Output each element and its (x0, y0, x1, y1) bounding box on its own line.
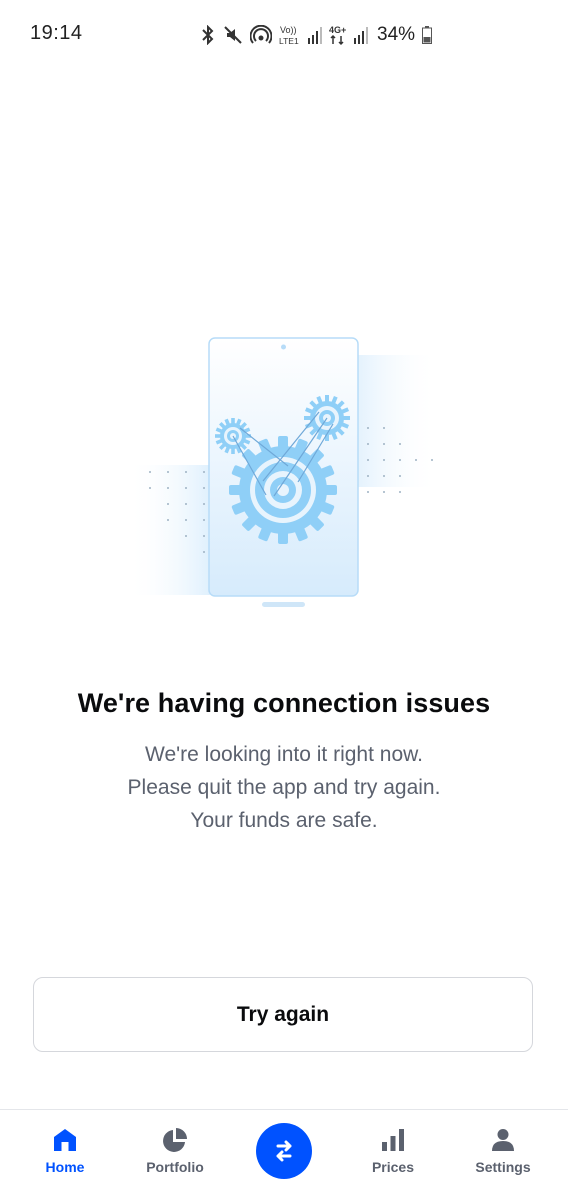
hotspot-icon (250, 25, 272, 45)
nav-item-home[interactable]: Home (15, 1110, 115, 1199)
bar-chart-icon (382, 1129, 404, 1151)
status-icons: Vo)) LTE1 4G+ 34% (200, 20, 433, 50)
4g-icon: 4G+ (329, 24, 347, 46)
battery-icon (422, 26, 433, 44)
person-icon (492, 1129, 514, 1151)
swap-arrows-icon (276, 1140, 292, 1162)
nav-item-settings[interactable]: Settings (453, 1110, 553, 1199)
bottom-nav: Home Portfolio Prices Settings (0, 1109, 568, 1199)
home-icon (54, 1129, 76, 1151)
connection-error-illustration (128, 330, 440, 620)
signal-icon (354, 26, 368, 44)
nav-item-portfolio[interactable]: Portfolio (125, 1110, 225, 1199)
error-message-line: We're looking into it right now. (145, 743, 423, 766)
pie-chart-icon (163, 1128, 187, 1152)
signal-icon (308, 26, 322, 44)
svg-text:4G+: 4G+ (329, 25, 346, 35)
nav-label: Home (45, 1159, 85, 1175)
battery-percent: 34% (377, 24, 416, 45)
status-time: 19:14 (30, 22, 83, 44)
nav-label: Portfolio (146, 1159, 204, 1175)
mute-icon (223, 25, 243, 45)
error-message: We're looking into it right now. Please … (0, 738, 568, 837)
nav-label: Settings (475, 1159, 531, 1175)
bluetooth-icon (200, 25, 216, 45)
trade-button[interactable] (256, 1123, 312, 1179)
nav-item-prices[interactable]: Prices (343, 1110, 443, 1199)
error-message-line: Your funds are safe. (190, 809, 378, 832)
svg-text:LTE1: LTE1 (279, 36, 299, 46)
svg-text:Vo)): Vo)) (280, 25, 297, 35)
error-message-line: Please quit the app and try again. (127, 776, 441, 799)
status-bar: 19:14 Vo)) LTE1 4G+ 34% (0, 0, 568, 70)
volte-icon: Vo)) LTE1 (279, 24, 301, 46)
try-again-button[interactable]: Try again (33, 977, 533, 1052)
nav-label: Prices (371, 1159, 415, 1175)
error-title: We're having connection issues (77, 688, 491, 718)
app-screen: 19:14 Vo)) LTE1 4G+ 34% We're having con… (0, 0, 568, 1199)
